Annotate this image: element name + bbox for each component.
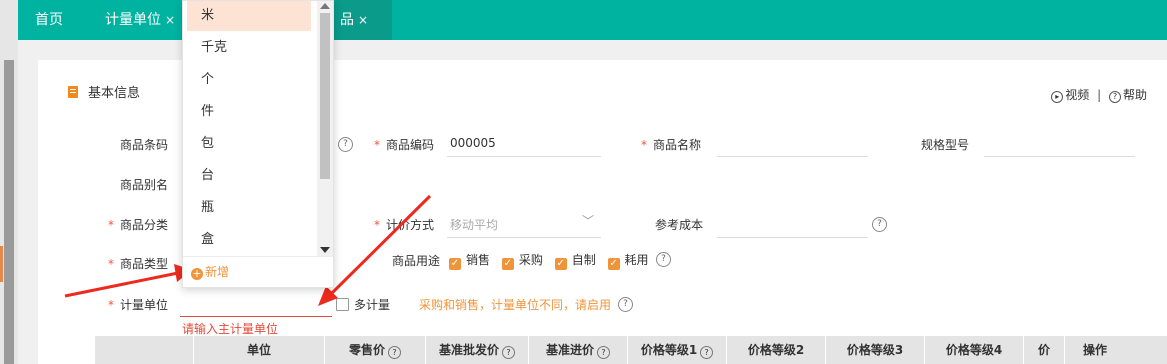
dropdown-option[interactable]: 个 (187, 65, 311, 95)
dropdown-scroll-thumb[interactable] (320, 13, 330, 179)
arrow-to-add-button (64, 264, 192, 298)
dropdown-option[interactable]: 千克 (187, 33, 311, 63)
dropdown-divider (183, 256, 333, 257)
scroll-down-icon[interactable] (320, 247, 330, 253)
dropdown-option[interactable]: 台 (187, 161, 311, 191)
arrow-to-unit-input (318, 194, 432, 306)
dropdown-option[interactable]: 包 (187, 129, 311, 159)
unit-dropdown[interactable]: 米 千克 个 件 包 台 瓶 盒 + 新增 (182, 0, 334, 288)
dropdown-option[interactable]: 盒 (187, 225, 311, 255)
add-unit-label: 新增 (205, 265, 230, 279)
scroll-up-icon[interactable] (320, 3, 330, 9)
dropdown-option[interactable]: 米 (187, 1, 311, 31)
annotation-arrows (64, 194, 432, 306)
dropdown-scrollbar[interactable] (317, 1, 333, 257)
plus-circle-icon: + (191, 267, 203, 280)
dropdown-option[interactable]: 件 (187, 97, 311, 127)
add-unit-button[interactable]: + 新增 (191, 263, 229, 280)
dropdown-option[interactable]: 瓶 (187, 193, 311, 223)
